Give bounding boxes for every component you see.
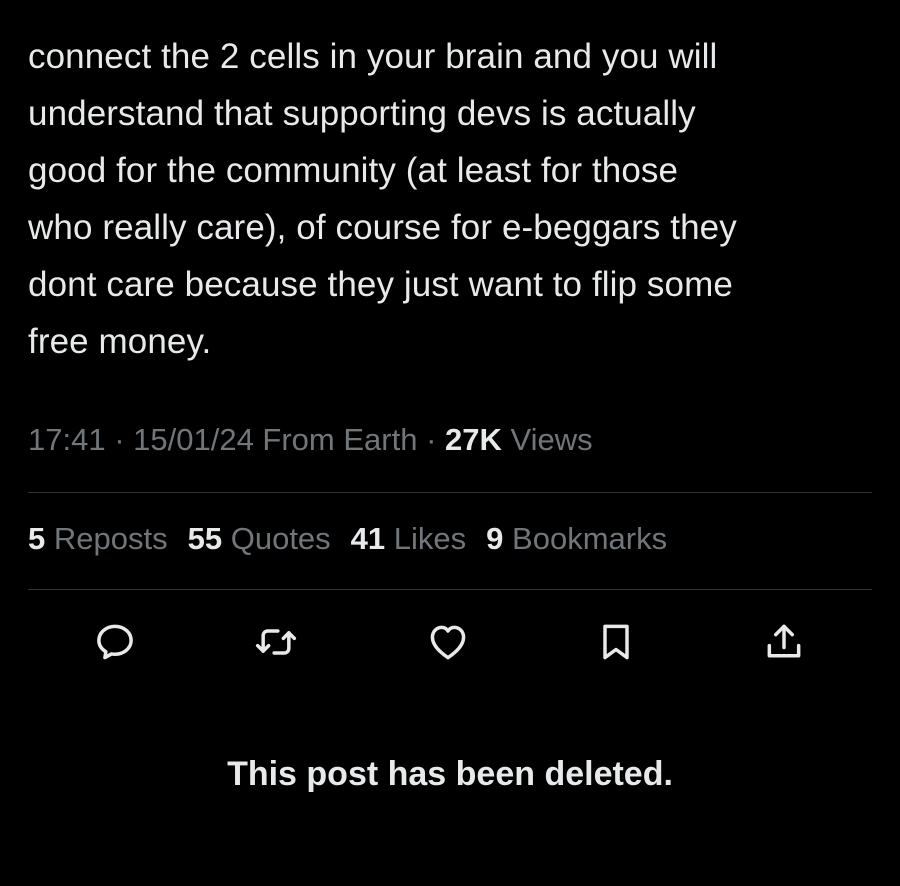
heart-icon	[430, 625, 466, 660]
stat-count: 55	[187, 521, 223, 556]
like-button[interactable]	[420, 614, 476, 670]
post-meta: 17:41 · 15/01/24 From Earth · 27K Views	[28, 422, 593, 458]
stat-label: Quotes	[230, 521, 331, 556]
stat-bookmarks[interactable]: 9 Bookmarks	[486, 521, 667, 557]
divider	[28, 589, 872, 590]
stat-count: 9	[486, 521, 504, 556]
stat-count: 5	[28, 521, 46, 556]
stat-count: 41	[350, 521, 386, 556]
stat-label: Likes	[393, 521, 467, 556]
share-button[interactable]	[756, 614, 812, 670]
share-icon	[767, 624, 801, 658]
bookmark-icon	[603, 624, 629, 660]
post-detail: connect the 2 cells in your brain and yo…	[0, 0, 900, 886]
stat-reposts[interactable]: 5 Reposts	[28, 521, 168, 557]
views-count[interactable]: 27K	[445, 422, 502, 457]
views-label: Views	[501, 422, 593, 457]
meta-separator: ·	[417, 422, 446, 457]
meta-separator: ·	[105, 422, 134, 457]
post-date[interactable]: 15/01/24	[133, 422, 254, 457]
repost-button[interactable]	[248, 614, 304, 670]
divider	[28, 492, 872, 493]
post-source: From Earth	[253, 422, 418, 457]
stat-likes[interactable]: 41 Likes	[351, 521, 466, 557]
stat-label: Bookmarks	[512, 521, 668, 556]
bookmark-button[interactable]	[588, 614, 644, 670]
reply-button[interactable]	[87, 614, 143, 670]
stat-quotes[interactable]: 55 Quotes	[188, 521, 331, 557]
post-text: connect the 2 cells in your brain and yo…	[28, 37, 737, 361]
action-bar	[0, 614, 900, 670]
post-time[interactable]: 17:41	[28, 422, 106, 457]
reply-icon	[97, 624, 133, 660]
repost-icon	[255, 629, 297, 655]
deleted-notice: This post has been deleted.	[227, 755, 673, 793]
stat-label: Reposts	[53, 521, 168, 556]
engagement-stats: 5 Reposts 55 Quotes 41 Likes 9 Bookmarks	[28, 521, 667, 557]
